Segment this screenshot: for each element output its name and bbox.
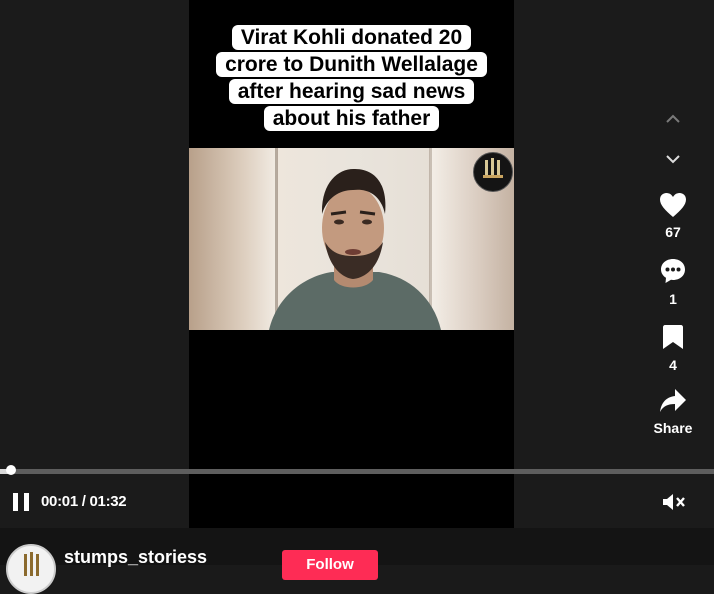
share-label: Share xyxy=(653,420,693,436)
bookmark-icon xyxy=(663,325,683,349)
save-count: 4 xyxy=(669,357,677,373)
current-time: 00:01 xyxy=(41,493,78,510)
duration: 01:32 xyxy=(89,493,127,510)
caption-line: crore to Dunith Wellalage xyxy=(216,52,487,77)
video-frame xyxy=(189,148,514,330)
playback-time: 00:01 / 01:32 xyxy=(41,493,127,510)
video-player[interactable]: Virat Kohli donated 20 crore to Dunith W… xyxy=(189,0,514,528)
avatar[interactable] xyxy=(6,544,56,594)
comment-button[interactable]: 1 xyxy=(655,257,691,307)
comment-icon xyxy=(661,259,685,283)
heart-icon xyxy=(660,193,686,217)
caption-line: Virat Kohli donated 20 xyxy=(231,25,472,50)
progress-handle[interactable] xyxy=(5,465,16,475)
channel-logo-icon xyxy=(24,552,39,576)
wicket-logo-icon xyxy=(483,158,503,178)
speaker-figure xyxy=(269,168,441,330)
video-caption: Virat Kohli donated 20 crore to Dunith W… xyxy=(189,24,514,132)
mute-icon[interactable] xyxy=(662,492,686,512)
save-button[interactable]: 4 xyxy=(655,323,691,373)
share-button[interactable]: Share xyxy=(650,388,696,436)
chevron-up-icon xyxy=(666,114,680,123)
caption-line: after hearing sad news xyxy=(228,79,475,104)
pause-icon[interactable] xyxy=(12,492,30,512)
progress-bar[interactable] xyxy=(0,469,714,474)
follow-button[interactable]: Follow xyxy=(282,550,378,580)
caption-line: about his father xyxy=(263,106,440,131)
backdrop-left xyxy=(0,0,189,528)
like-button[interactable]: 67 xyxy=(655,192,691,240)
comment-count: 1 xyxy=(669,291,677,307)
next-video-button[interactable] xyxy=(655,150,691,168)
like-count: 67 xyxy=(665,224,681,240)
author-bar: stumps_storiess Follow xyxy=(0,528,714,594)
chevron-down-icon xyxy=(666,155,680,164)
previous-video-button[interactable] xyxy=(655,110,691,128)
channel-watermark xyxy=(473,152,513,192)
share-icon xyxy=(660,389,686,412)
time-separator: / xyxy=(77,493,90,510)
